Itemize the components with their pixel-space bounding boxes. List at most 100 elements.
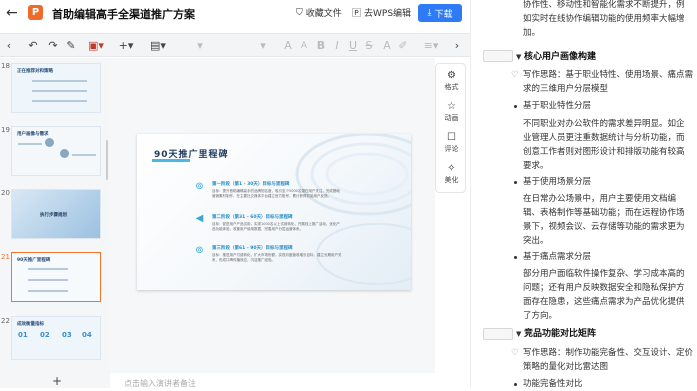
body-line: 部分用户面临软件操作复杂、学习成本高的: [523, 269, 685, 279]
format-toolbar: ‹ ↶ ↷ ✎ ▣▾ +▾ ▤▾ ▾ ▾ A A B I U S A ✐ ≡▾ …: [0, 33, 470, 57]
font-color-button[interactable]: A: [380, 34, 394, 58]
phase-description: 目标：推进用户付费转化，扩大市场份额，实现月度营收增长目标，建立长期用户关系，形…: [212, 253, 342, 262]
bold-button[interactable]: B: [316, 34, 326, 58]
body-line: 业管理人员更注重数据统计与分析功能，而: [523, 133, 685, 143]
bookmark-icon: ⛉: [296, 7, 303, 18]
subheading: 功能完备性对比: [523, 379, 583, 389]
slide-number: 18: [1, 62, 10, 70]
phase-heading: 第一阶段（第1 - 30天）目标与里程碑: [212, 182, 290, 187]
collapse-arrow-icon[interactable]: ▼: [516, 327, 521, 341]
animation-tab[interactable]: ☆ 动画: [436, 101, 467, 123]
italic-button[interactable]: I: [332, 34, 342, 58]
body-line: 了方向。: [523, 311, 558, 321]
intro-line: 如实时在线协作编辑功能的使用频率大幅增: [523, 14, 685, 24]
drag-handle[interactable]: [483, 328, 513, 340]
format-painter-icon[interactable]: ✎: [64, 34, 78, 58]
download-button[interactable]: ⤓ 下载: [418, 4, 462, 22]
slide-number: 22: [1, 317, 10, 325]
intro-line: 加。: [523, 28, 541, 38]
subheading: 基于痛点需求分层: [523, 252, 592, 262]
bullet: [514, 105, 517, 108]
slide-thumbnail-19[interactable]: 用户画像与需求: [11, 126, 101, 176]
title-underline: [152, 159, 190, 162]
side-tool-rail: ⚙ 格式 ☆ 动画 ☐ 评论 ✧ 美化: [435, 63, 466, 193]
add-slide-button[interactable]: +: [52, 374, 62, 388]
target-icon: ⊚: [195, 245, 204, 256]
section-heading: 核心用户画像构建: [524, 52, 597, 62]
redo-icon[interactable]: ↷: [46, 34, 60, 58]
strikethrough-button[interactable]: S: [364, 34, 374, 58]
download-icon: ⤓: [427, 8, 432, 18]
format-tab[interactable]: ⚙ 格式: [436, 70, 467, 92]
slide-thumbnail-20[interactable]: 执行步骤规划: [11, 189, 101, 239]
body-line: 问题；还有用户反映数据安全和隐私保护方: [523, 283, 685, 293]
body-line: 景下，视频会议、云存储等功能的需求更为: [523, 222, 685, 232]
bullet: [514, 256, 517, 259]
slide-thumbnail-panel[interactable]: 18 正在推荐对和策略 19 用户画像与需求 20 执行步骤规划 21 90天推…: [0, 58, 110, 388]
font-size-select[interactable]: ▾: [248, 34, 278, 58]
font-size-down-button[interactable]: A: [299, 34, 309, 58]
font-size-up-button[interactable]: A: [283, 34, 293, 58]
body-line: 辑、表格制作等基础功能；而在远程协作场: [523, 208, 685, 218]
insert-icon[interactable]: +▾: [116, 34, 136, 58]
lightbulb-icon: ♡: [511, 70, 519, 80]
slide-number: 20: [1, 189, 10, 197]
underline-button[interactable]: U: [348, 34, 358, 58]
phase-description: 目标：促进用户产品试用，实现1000名以上试用转化，开展线上推广活动，优化产品功…: [212, 222, 340, 231]
comment-tab[interactable]: ☐ 评论: [436, 132, 467, 154]
body-line: 要求。: [523, 161, 549, 171]
intro-line: 协作性、移动性和智能化需求不断提升，例: [523, 0, 685, 10]
wps-icon: 🄿: [352, 9, 362, 19]
phase-heading: 第三阶段（第61 - 90天）目标与里程碑: [212, 246, 293, 251]
new-slide-icon[interactable]: ▣▾: [86, 34, 106, 58]
slide-thumbnail-22[interactable]: 成效衡量指标 01 02 03 04: [11, 316, 101, 360]
slide-thumbnail-18[interactable]: 正在推荐对和策略: [11, 63, 101, 113]
body-line: 突出。: [523, 236, 549, 246]
speaker-notes-input[interactable]: 点击输入演讲者备注: [124, 378, 196, 389]
chevron-left-icon[interactable]: ‹: [4, 34, 14, 58]
lightbulb-icon: ♡: [511, 348, 519, 358]
tip-line: 写作思路：基于职业特性、使用场景、痛点需: [523, 70, 694, 80]
bullet: [514, 181, 517, 184]
drag-handle[interactable]: [483, 50, 513, 62]
back-arrow-icon[interactable]: ←: [6, 5, 22, 21]
bullet: [514, 383, 517, 386]
tip-line: 求的三维用户分层模型: [523, 84, 609, 94]
subheading: 基于职业特性分层: [523, 101, 592, 111]
presentation-app-icon: P: [28, 5, 43, 20]
slide-thumbnail-21[interactable]: 90天推广里程碑: [11, 252, 101, 302]
tip-line: 写作思路：制作功能完备性、交互设计、定价: [523, 348, 694, 358]
speaker-icon: ◀: [195, 213, 204, 224]
phase-description: 目标：提升首助编辑高手的品牌知名度，吸引至少5000名潜在用户关注，完成基础营销…: [212, 189, 340, 198]
body-line: 创意工作者则对图形设计和排版功能有较高: [523, 147, 685, 157]
beautify-icon: ✧: [447, 163, 456, 174]
megaphone-icon: ⊚: [195, 181, 204, 192]
thumbnail-scrollbar[interactable]: [106, 140, 108, 180]
align-icon[interactable]: ≡▾: [422, 34, 440, 58]
wps-edit-button[interactable]: 🄿 去WPS编辑: [352, 6, 411, 19]
body-line: 不同职业对办公软件的需求差异明显。如企: [523, 119, 685, 129]
current-slide[interactable]: 90天推广里程碑 ⊚ 第一阶段（第1 - 30天）目标与里程碑 目标：提升首助编…: [137, 134, 411, 290]
section-heading: 竞品功能对比矩阵: [524, 329, 597, 339]
font-family-select[interactable]: ▾: [180, 34, 220, 58]
body-line: 在日常办公场景中，用户主要使用文档编: [523, 194, 677, 204]
slide-number: 21: [1, 253, 10, 261]
comment-icon: ☐: [447, 132, 456, 143]
title-bar: ← P 首助编辑高手全渠道推广方案 ⛉ 收藏文件 🄿 去WPS编辑 ⤓ 下载: [0, 0, 470, 28]
collapse-arrow-icon[interactable]: ▼: [516, 50, 521, 64]
phase-heading: 第二阶段（第31 - 60天）目标与里程碑: [212, 215, 293, 220]
outline-panel: 协作性、移动性和智能化需求不断提升，例 如实时在线协作编辑功能的使用频率大幅增 …: [470, 0, 697, 389]
animation-icon: ☆: [447, 101, 456, 112]
body-line: 面存在隐患，这些痛点需求为产品优化提供: [523, 297, 685, 307]
document-title: 首助编辑高手全渠道推广方案: [52, 8, 195, 21]
slide-number: 19: [1, 126, 10, 134]
layout-icon[interactable]: ▤▾: [148, 34, 168, 58]
beautify-tab[interactable]: ✧ 美化: [436, 163, 467, 185]
favorite-button[interactable]: ⛉ 收藏文件: [296, 6, 342, 20]
chevron-right-icon[interactable]: ›: [452, 34, 462, 58]
tip-line: 策略的量化对比雷达图: [523, 362, 609, 372]
highlight-icon[interactable]: ✐: [396, 34, 410, 58]
undo-icon[interactable]: ↶: [26, 34, 40, 58]
gear-icon: ⚙: [447, 70, 456, 81]
subheading: 基于使用场景分层: [523, 177, 592, 187]
